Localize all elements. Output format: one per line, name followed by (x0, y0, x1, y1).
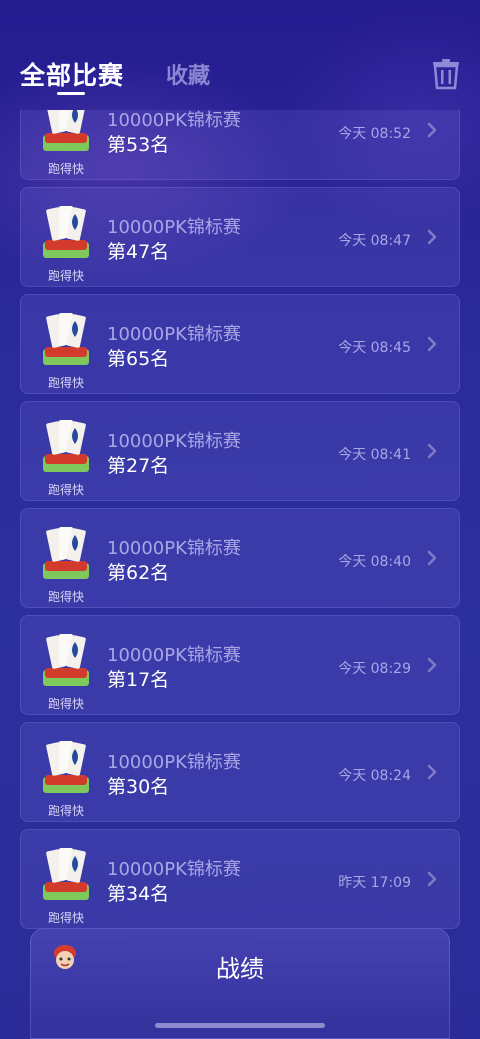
match-list[interactable]: 跑得快 10000PK锦标赛 第53名 今天 08:52 跑得快 10000PK… (0, 110, 480, 930)
card-game-name: 跑得快 (47, 162, 84, 176)
match-card[interactable]: 跑得快 10000PK锦标赛 第27名 今天 08:41 (20, 401, 460, 501)
card-game-icon (43, 110, 89, 151)
card-rank: 第65名 (107, 348, 170, 370)
card-title: 10000PK锦标赛 (107, 324, 241, 345)
tab-active-indicator (57, 92, 85, 95)
card-game-icon (43, 420, 89, 472)
card-title: 10000PK锦标赛 (107, 752, 241, 773)
card-title: 10000PK锦标赛 (107, 538, 241, 559)
card-rank: 第47名 (107, 241, 170, 263)
chevron-right-icon (427, 336, 437, 352)
card-time: 今天 08:41 (338, 447, 411, 463)
card-game-name: 跑得快 (47, 590, 84, 604)
chevron-right-icon (427, 443, 437, 459)
card-title: 10000PK锦标赛 (107, 217, 241, 238)
tab-favorites[interactable]: 收藏 (166, 58, 210, 90)
tab-all-matches[interactable]: 全部比赛 (20, 56, 124, 92)
card-game-name: 跑得快 (47, 911, 84, 925)
card-rank: 第27名 (107, 455, 170, 477)
card-game-icon (43, 848, 89, 900)
chevron-right-icon (427, 122, 437, 138)
header: 全部比赛 收藏 (0, 0, 480, 110)
chevron-right-icon (427, 871, 437, 887)
card-rank: 第34名 (107, 883, 170, 905)
card-rank: 第53名 (107, 134, 170, 156)
card-game-name: 跑得快 (47, 804, 84, 818)
card-game-name: 跑得快 (47, 697, 84, 711)
card-rank: 第62名 (107, 562, 170, 584)
card-rank: 第30名 (107, 776, 170, 798)
match-card[interactable]: 跑得快 10000PK锦标赛 第17名 今天 08:29 (20, 615, 460, 715)
card-game-icon (43, 206, 89, 258)
card-title: 10000PK锦标赛 (107, 645, 241, 666)
match-card[interactable]: 跑得快 10000PK锦标赛 第47名 今天 08:47 (20, 187, 460, 287)
trash-icon[interactable] (430, 58, 462, 90)
card-time: 今天 08:29 (338, 661, 411, 677)
card-title: 10000PK锦标赛 (107, 859, 241, 880)
match-card[interactable]: 跑得快 10000PK锦标赛 第30名 今天 08:24 (20, 722, 460, 822)
card-game-name: 跑得快 (47, 483, 84, 497)
chevron-right-icon (427, 229, 437, 245)
match-card[interactable]: 跑得快 10000PK锦标赛 第62名 今天 08:40 (20, 508, 460, 608)
chevron-right-icon (427, 657, 437, 673)
chevron-right-icon (427, 764, 437, 780)
card-game-icon (43, 313, 89, 365)
card-game-name: 跑得快 (47, 376, 84, 390)
match-card[interactable]: 跑得快 10000PK锦标赛 第34名 昨天 17:09 (20, 829, 460, 929)
card-title: 10000PK锦标赛 (107, 431, 241, 452)
card-game-icon (43, 741, 89, 793)
card-game-icon (43, 527, 89, 579)
card-time: 今天 08:47 (338, 233, 411, 249)
card-game-icon (43, 634, 89, 686)
home-indicator[interactable] (155, 1023, 325, 1028)
card-time: 今天 08:24 (338, 768, 411, 784)
card-game-name: 跑得快 (47, 269, 84, 283)
card-time: 昨天 17:09 (338, 875, 411, 891)
match-card[interactable]: 跑得快 10000PK锦标赛 第53名 今天 08:52 (20, 110, 460, 180)
match-card[interactable]: 跑得快 10000PK锦标赛 第65名 今天 08:45 (20, 294, 460, 394)
chevron-right-icon (427, 550, 437, 566)
records-title: 战绩 (216, 955, 264, 983)
card-title: 10000PK锦标赛 (107, 110, 241, 131)
card-time: 今天 08:45 (338, 340, 411, 356)
card-rank: 第17名 (107, 669, 170, 691)
card-time: 今天 08:40 (338, 554, 411, 570)
card-time: 今天 08:52 (338, 126, 411, 142)
